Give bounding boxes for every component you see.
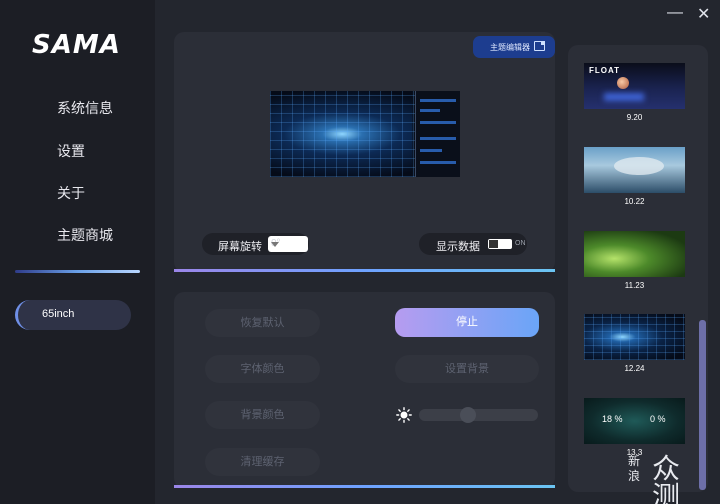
device-selector[interactable]: 65inch bbox=[15, 300, 131, 330]
theme-label-1: 9.20 bbox=[626, 113, 643, 122]
close-button[interactable]: ✕ bbox=[697, 4, 710, 24]
device-label: 65inch bbox=[42, 308, 75, 320]
sidebar-item-settings[interactable]: 设置 bbox=[57, 141, 85, 161]
theme-editor-label: 主题编辑器 bbox=[490, 43, 530, 52]
clear-cache-button[interactable]: 清理缓存 bbox=[205, 448, 320, 476]
theme-title-text: FLOAT bbox=[589, 66, 621, 75]
show-data-label: 显示数据 bbox=[436, 241, 480, 253]
watermark-small-top: 新 bbox=[628, 454, 641, 468]
theme-thumbnail-5[interactable]: 18 % 0 % bbox=[584, 398, 685, 444]
theme-stat-1: 18 % bbox=[602, 414, 623, 424]
font-color-button[interactable]: 字体颜色 bbox=[205, 355, 320, 383]
show-data-toggle[interactable] bbox=[488, 239, 512, 249]
controls-panel-accent-bar bbox=[174, 485, 555, 488]
theme-thumbnail-1[interactable]: FLOAT bbox=[584, 63, 685, 109]
open-window-icon bbox=[534, 41, 545, 51]
brightness-icon bbox=[396, 407, 412, 423]
sidebar: SAMA 系统信息 设置 关于 主题商城 65inch bbox=[0, 0, 155, 504]
theme-preview-image bbox=[270, 91, 460, 177]
theme-thumbnail-2[interactable] bbox=[584, 147, 685, 193]
theme-thumbnail-4[interactable] bbox=[584, 314, 685, 360]
preview-panel-accent-bar bbox=[174, 269, 555, 272]
minimize-button[interactable]: — bbox=[667, 4, 683, 22]
watermark-small-bottom: 浪 bbox=[628, 469, 641, 483]
screen-rotation-label: 屏幕旋转 bbox=[218, 241, 262, 253]
stop-button[interactable]: 停止 bbox=[395, 308, 539, 337]
show-data-control: 显示数据 ON bbox=[419, 233, 527, 255]
watermark-big: 众测 bbox=[652, 452, 681, 504]
theme-label-2: 10.22 bbox=[624, 197, 645, 206]
sidebar-item-system-info[interactable]: 系统信息 bbox=[57, 98, 113, 118]
theme-label-4: 12.24 bbox=[624, 364, 645, 373]
glow-graphic bbox=[604, 93, 644, 101]
brightness-slider[interactable] bbox=[419, 407, 538, 423]
toggle-state-text: ON bbox=[515, 240, 526, 247]
theme-thumbnail-3[interactable] bbox=[584, 231, 685, 277]
sidebar-divider bbox=[15, 270, 140, 273]
set-background-button[interactable]: 设置背景 bbox=[395, 355, 539, 383]
sidebar-item-theme-store[interactable]: 主题商城 bbox=[57, 225, 113, 245]
rotation-select[interactable]: 0° bbox=[268, 236, 308, 252]
planet-graphic bbox=[617, 77, 629, 89]
theme-editor-button[interactable]: 主题编辑器 bbox=[473, 36, 555, 58]
preview-data-column bbox=[415, 91, 460, 177]
chevron-down-icon bbox=[271, 242, 279, 247]
theme-list-scrollbar[interactable] bbox=[699, 320, 706, 490]
brightness-slider-knob[interactable] bbox=[460, 407, 476, 423]
screen-rotation-control: 屏幕旋转 0° bbox=[202, 233, 309, 255]
theme-stat-2: 0 % bbox=[650, 414, 666, 424]
app-logo: SAMA bbox=[32, 30, 121, 60]
thumbnail-grid bbox=[584, 314, 685, 360]
theme-label-3: 11.23 bbox=[624, 281, 645, 290]
sidebar-item-about[interactable]: 关于 bbox=[57, 183, 85, 203]
reset-default-button[interactable]: 恢复默认 bbox=[205, 309, 320, 337]
background-color-button[interactable]: 背景颜色 bbox=[205, 401, 320, 429]
preview-grid bbox=[270, 91, 415, 177]
cloud-graphic bbox=[614, 157, 664, 175]
